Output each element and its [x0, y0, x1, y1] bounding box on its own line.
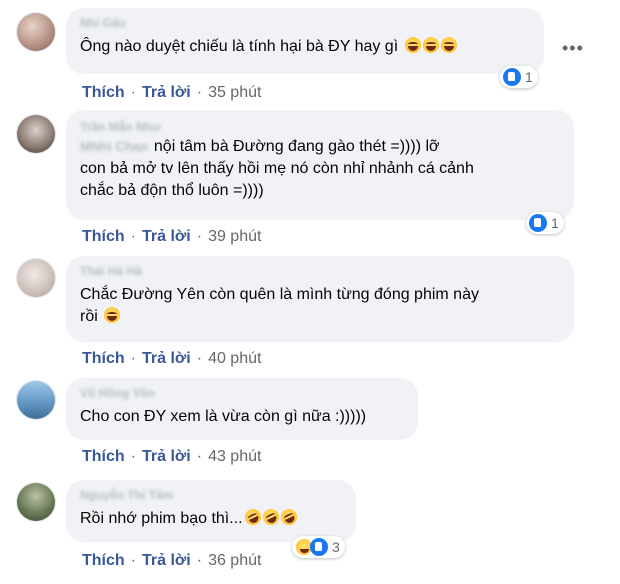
laughing-tears-emoji [104, 307, 121, 323]
laughing-tears-emoji [422, 37, 439, 53]
separator-dot: · [196, 84, 203, 101]
comment-text-row: Ông nào duyệt chiếu là tính hại bà ĐY ha… [80, 36, 530, 58]
comment-bubble: Nguyễn Thị Tâm Rồi nhớ phim bạo thì... [66, 480, 356, 542]
comment-text: Cho con ĐY xem là vừa còn gì nữa :))))) [80, 408, 367, 425]
separator-dot: · [130, 228, 136, 245]
commenter-name[interactable]: Nhi Gấu [80, 16, 530, 30]
commenter-alias: MNhi Chan [80, 139, 148, 154]
commenter-name[interactable]: Nguyễn Thị Tâm [80, 488, 342, 502]
timestamp[interactable]: 43 phút [208, 448, 261, 466]
separator-dot: · [130, 84, 136, 101]
more-options-icon[interactable]: ••• [562, 38, 584, 59]
rolling-laughing-emoji [241, 506, 264, 528]
separator-dot: · [196, 448, 203, 465]
comment-bubble: Nhi Gấu Ông nào duyệt chiếu là tính hại … [66, 8, 544, 74]
reaction-summary[interactable]: 1 [500, 66, 538, 88]
separator-dot: · [130, 448, 136, 465]
like-link[interactable]: Thích [82, 84, 125, 102]
reply-link[interactable]: Trả lời [142, 552, 191, 570]
separator-dot: · [196, 228, 203, 245]
rolling-laughing-emoji [277, 506, 300, 528]
reaction-summary[interactable]: 1 [526, 212, 564, 234]
rolling-laughing-emoji [259, 506, 282, 528]
laughing-tears-emoji [440, 37, 457, 53]
avatar[interactable] [16, 12, 56, 52]
timestamp[interactable]: 39 phút [208, 228, 261, 246]
comment-text-row: MNhi Chan nội tâm bà Đường đang gào thét … [80, 136, 560, 158]
like-link[interactable]: Thích [82, 350, 125, 368]
comment-text-line: Chắc Đường Yên còn quên là mình từng đón… [80, 286, 479, 303]
like-reaction-icon [310, 538, 328, 556]
commenter-name[interactable]: Vũ Hồng Vân [80, 386, 404, 400]
reaction-summary[interactable]: 3 [292, 536, 345, 558]
timestamp[interactable]: 36 phút [208, 552, 261, 570]
reply-link[interactable]: Trả lời [142, 448, 191, 466]
comment-text: Ông nào duyệt chiếu là tính hại bà ĐY ha… [80, 38, 399, 55]
comment-text-line: chắc bả độn thổ luôn =)))) [80, 182, 264, 199]
like-reaction-icon [529, 214, 547, 232]
like-link[interactable]: Thích [82, 552, 125, 570]
comment-bubble: Vũ Hồng Vân Cho con ĐY xem là vừa còn gì… [66, 378, 418, 440]
commenter-name[interactable]: Trần Mẫn Như [80, 120, 560, 134]
reaction-count: 3 [332, 539, 340, 555]
avatar[interactable] [16, 482, 56, 522]
comment-text-line: rồi [80, 308, 98, 325]
like-reaction-icon [503, 68, 521, 86]
reply-link[interactable]: Trả lời [142, 228, 191, 246]
comment-text-line: nội tâm bà Đường đang gào thét =)))) lỡ [153, 138, 440, 155]
comment-bubble: Trần Mẫn Như MNhi Chan nội tâm bà Đường đ… [66, 110, 574, 220]
comment-text-line: con bả mở tv lên thấy hồi mẹ nó còn nhỉ … [80, 160, 474, 177]
reply-link[interactable]: Trả lời [142, 350, 191, 368]
separator-dot: · [196, 350, 203, 367]
timestamp[interactable]: 35 phút [208, 84, 261, 102]
comment-actions: Thích · Trả lời · 43 phút [82, 448, 261, 466]
comment-actions: Thích · Trả lời · 35 phút [82, 84, 261, 102]
commenter-name[interactable]: Thái Hà Hà [80, 264, 560, 278]
timestamp[interactable]: 40 phút [208, 350, 261, 368]
separator-dot: · [130, 552, 136, 569]
laughing-tears-emoji [404, 37, 421, 53]
comment-actions: Thích · Trả lời · 39 phút [82, 228, 261, 246]
separator-dot: · [196, 552, 203, 569]
reaction-count: 1 [525, 69, 533, 85]
separator-dot: · [130, 350, 136, 367]
like-link[interactable]: Thích [82, 448, 125, 466]
comment-actions: Thích · Trả lời · 40 phút [82, 350, 261, 368]
comment-text-row: Rồi nhớ phim bạo thì... [80, 506, 342, 530]
reply-link[interactable]: Trả lời [142, 84, 191, 102]
avatar[interactable] [16, 258, 56, 298]
comment-bubble: Thái Hà Hà Chắc Đường Yên còn quên là mì… [66, 256, 574, 342]
comment-text-row: rồi [80, 306, 560, 328]
reaction-count: 1 [551, 215, 559, 231]
comment-text: Rồi nhớ phim bạo thì... [80, 510, 243, 527]
avatar[interactable] [16, 380, 56, 420]
avatar[interactable] [16, 114, 56, 154]
like-link[interactable]: Thích [82, 228, 125, 246]
comment-actions: Thích · Trả lời · 36 phút [82, 552, 261, 570]
